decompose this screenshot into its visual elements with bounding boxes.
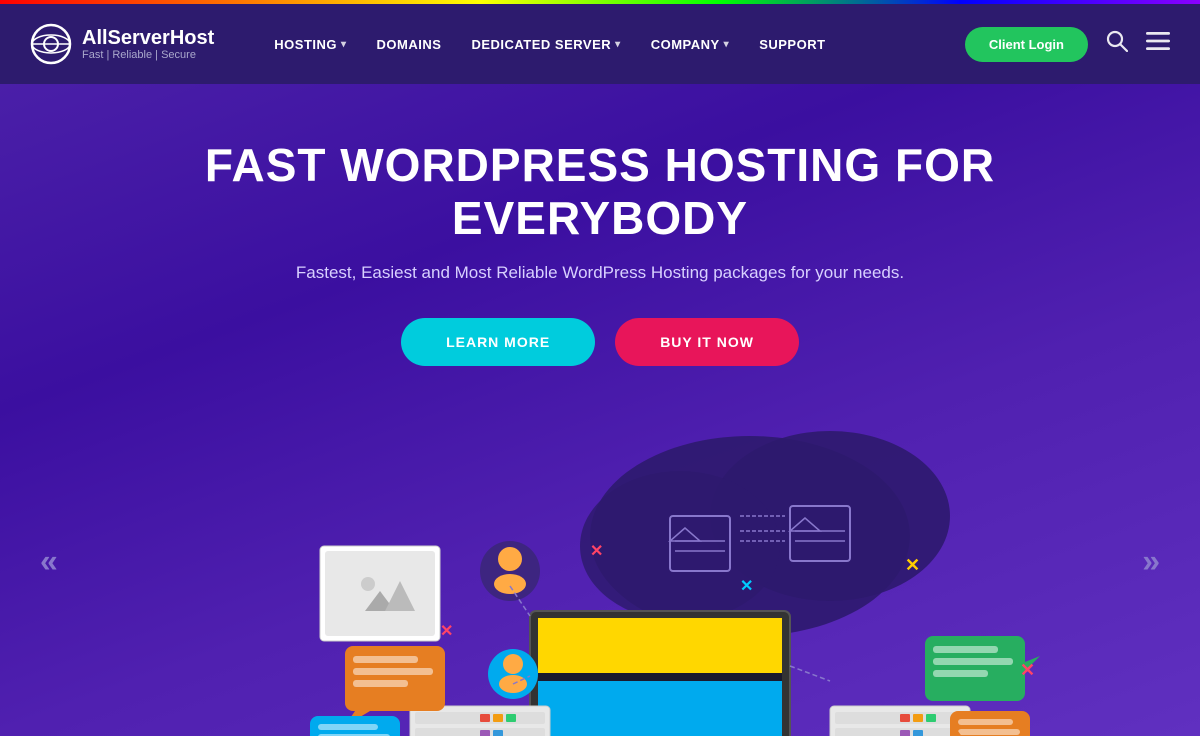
navbar: AllServerHost Fast | Reliable | Secure H… [0, 4, 1200, 84]
logo-icon [30, 23, 72, 65]
client-login-button[interactable]: Client Login [965, 27, 1088, 62]
hero-subtitle: Fastest, Easiest and Most Reliable WordP… [296, 263, 904, 283]
nav-support[interactable]: SUPPORT [759, 37, 825, 52]
search-icon[interactable] [1106, 30, 1128, 58]
logo-area[interactable]: AllServerHost Fast | Reliable | Secure [30, 23, 214, 65]
nav-dedicated[interactable]: DEDICATED SERVER ▾ [471, 37, 620, 52]
chevron-down-icon: ▾ [724, 39, 730, 50]
logo-tagline: Fast | Reliable | Secure [82, 49, 214, 61]
svg-text:✕: ✕ [1020, 660, 1035, 680]
nav-links: HOSTING ▾ DOMAINS DEDICATED SERVER ▾ COM… [274, 37, 965, 52]
carousel-prev-button[interactable]: « [40, 542, 58, 579]
chevron-down-icon: ▾ [615, 39, 621, 50]
logo-name: AllServerHost [82, 27, 214, 49]
svg-text:✕: ✕ [440, 623, 453, 640]
illustration-svg: ✕ ✕ ✕ ✕ ✕ ✕ [150, 416, 1050, 736]
chevron-down-icon: ▾ [341, 39, 347, 50]
svg-text:✕: ✕ [905, 555, 920, 575]
hamburger-menu-icon[interactable] [1146, 32, 1170, 56]
hero-title: FAST WORDPRESS HOSTING FOR EVERYBODY [150, 139, 1050, 245]
hero-illustration: « » [0, 386, 1200, 736]
nav-company[interactable]: COMPANY ▾ [651, 37, 730, 52]
nav-right: Client Login [965, 27, 1170, 62]
carousel-next-button[interactable]: » [1142, 542, 1160, 579]
learn-more-button[interactable]: LEARN MORE [401, 318, 595, 366]
buy-now-button[interactable]: BUY IT NOW [615, 318, 799, 366]
hero-section: FAST WORDPRESS HOSTING FOR EVERYBODY Fas… [0, 84, 1200, 736]
svg-text:✕: ✕ [590, 543, 603, 560]
hero-buttons: LEARN MORE BUY IT NOW [401, 318, 799, 366]
logo-text: AllServerHost Fast | Reliable | Secure [82, 27, 214, 61]
nav-hosting[interactable]: HOSTING ▾ [274, 37, 346, 52]
nav-domains[interactable]: DOMAINS [377, 37, 442, 52]
svg-text:✕: ✕ [740, 578, 753, 595]
